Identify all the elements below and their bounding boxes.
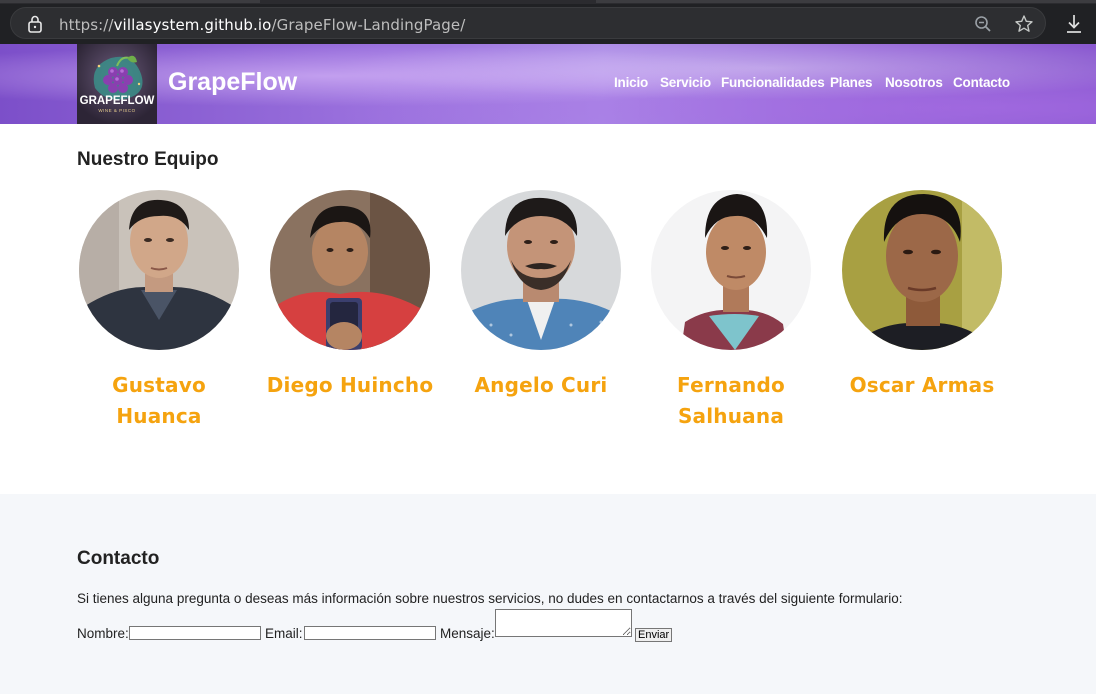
submit-button[interactable]: Enviar [635,628,673,642]
grape-logo-icon: GRAPEFLOW WINE & PISCO [77,44,157,124]
address-bar[interactable]: https://villasystem.github.io/GrapeFlow-… [10,7,1046,39]
team-member-card: Gustavo Huanca [74,190,244,432]
email-label: Email: [265,626,303,641]
member-name: Oscar Armas [849,373,995,397]
team-member-card: Angelo Curi [456,190,626,401]
download-icon[interactable] [1065,14,1083,34]
url-path: /GrapeFlow-LandingPage/ [271,16,466,34]
zoom-out-icon[interactable] [974,15,992,33]
message-label: Mensaje: [440,626,495,641]
member-name: Angelo Curi [474,373,608,397]
member-name: Diego Huincho [266,373,434,397]
email-input[interactable] [304,626,436,640]
member-photo [270,190,430,350]
name-input[interactable] [129,626,261,640]
team-member-card: Diego Huincho [265,190,435,401]
member-photo [842,190,1002,350]
url-host: villasystem.github.io [113,16,272,34]
logo-subtext: WINE & PISCO [98,108,135,113]
url-prefix: https:// [59,16,114,34]
bookmark-star-icon[interactable] [1014,14,1034,34]
member-photo [651,190,811,350]
tab-strip [0,0,1096,4]
nav-link-contacto[interactable]: Contacto [953,75,1010,90]
team-member-card: Fernando Salhuana [646,190,816,432]
nav-link-servicio[interactable]: Servicio [660,75,711,90]
nav-link-planes[interactable]: Planes [830,75,873,90]
name-label: Nombre: [77,626,129,641]
contact-title: Contacto [77,548,160,569]
message-textarea[interactable] [495,609,632,637]
grapeflow-logo[interactable]: GRAPEFLOW WINE & PISCO [77,44,157,124]
lock-icon[interactable] [27,15,43,33]
url-text[interactable]: https://villasystem.github.io/GrapeFlow-… [59,16,465,34]
nav-link-inicio[interactable]: Inicio [614,75,648,90]
member-name: Gustavo Huanca [112,373,206,428]
team-member-card: Oscar Armas [837,190,1007,401]
member-photo [461,190,621,350]
brand-title[interactable]: GrapeFlow [168,68,297,97]
team-section-title: Nuestro Equipo [77,149,219,170]
logo-text: GRAPEFLOW [80,95,155,107]
member-name: Fernando Salhuana [677,373,785,428]
browser-toolbar: https://villasystem.github.io/GrapeFlow-… [0,0,1096,44]
nav-link-funcionalidades[interactable]: Funcionalidades [721,75,825,90]
nav-link-nosotros[interactable]: Nosotros [885,75,943,90]
member-photo [79,190,239,350]
contact-section: Contacto Si tienes alguna pregunta o des… [0,494,1096,694]
site-header: GRAPEFLOW WINE & PISCO GrapeFlow Inicio … [0,44,1096,124]
contact-description: Si tienes alguna pregunta o deseas más i… [77,591,903,606]
